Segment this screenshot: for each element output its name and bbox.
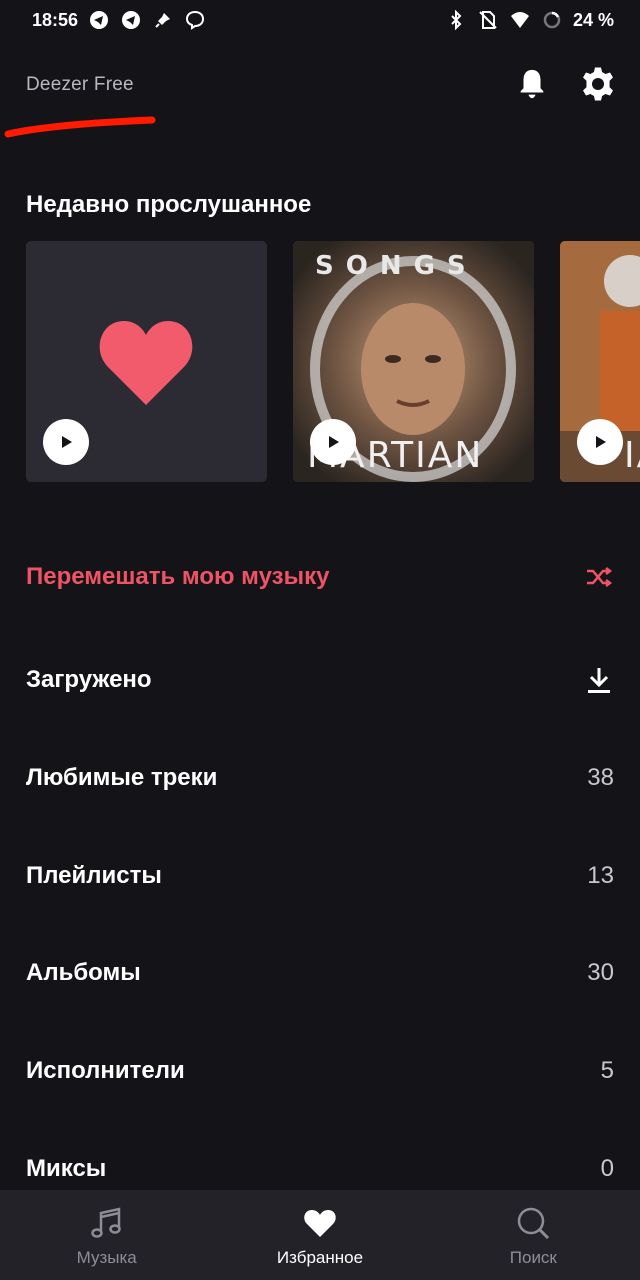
no-sim-icon — [477, 9, 499, 31]
favourite-tracks-label: Любимые треки — [26, 764, 218, 791]
albums-row[interactable]: Альбомы 30 — [26, 953, 614, 993]
nav-tab-favourites-label: Избранное — [276, 1248, 364, 1267]
play-button[interactable] — [577, 419, 623, 465]
heart-icon — [301, 1204, 339, 1242]
pin-icon — [152, 9, 174, 31]
music-note-icon — [88, 1204, 126, 1242]
recently-played-carousel[interactable]: SONGS MARTIAN IA — [26, 241, 640, 482]
poster-subtitle: IA — [624, 435, 640, 476]
status-time: 18:56 — [32, 9, 79, 30]
favourite-tracks-card[interactable] — [26, 241, 267, 482]
telegram-icon — [88, 9, 110, 31]
mixes-count: 0 — [600, 1155, 614, 1182]
nav-tab-music-label: Музыка — [76, 1248, 137, 1267]
app-title: Deezer Free — [26, 74, 134, 95]
shuffle-icon — [584, 562, 614, 592]
bluetooth-icon — [445, 9, 467, 31]
telegram-icon — [120, 9, 142, 31]
recently-played-title: Недавно прослушанное — [26, 191, 312, 218]
nav-tab-search[interactable]: Поиск — [427, 1190, 640, 1280]
bottom-navigation: Музыка Избранное Поиск — [0, 1190, 640, 1280]
play-icon — [62, 436, 72, 448]
play-icon — [329, 436, 339, 448]
playlists-label: Плейлисты — [26, 862, 162, 889]
mixes-row[interactable]: Миксы 0 — [26, 1149, 614, 1189]
battery-charging-icon — [541, 9, 563, 31]
gear-icon[interactable] — [578, 64, 618, 104]
bell-icon[interactable] — [512, 64, 552, 104]
album-card-martian[interactable]: SONGS MARTIAN — [293, 241, 534, 482]
wifi-icon — [509, 9, 531, 31]
artists-row[interactable]: Исполнители 5 — [26, 1051, 614, 1091]
play-button[interactable] — [43, 419, 89, 465]
nav-tab-favourites[interactable]: Избранное — [213, 1190, 426, 1280]
nav-tab-music[interactable]: Музыка — [0, 1190, 213, 1280]
downloaded-label: Загружено — [26, 666, 152, 693]
shuffle-my-music-row[interactable]: Перемешать мою музыку — [26, 557, 614, 597]
favourite-tracks-count: 38 — [587, 764, 614, 791]
favourite-tracks-row[interactable]: Любимые треки 38 — [26, 758, 614, 798]
artists-label: Исполнители — [26, 1057, 185, 1084]
playlists-row[interactable]: Плейлисты 13 — [26, 856, 614, 896]
play-button[interactable] — [310, 419, 356, 465]
albums-count: 30 — [587, 959, 614, 986]
downloaded-row[interactable]: Загружено — [26, 660, 614, 700]
poster-title: SONGS — [315, 251, 478, 281]
album-card-martian-2[interactable]: IA — [560, 241, 640, 482]
status-bar: 18:56 24 % — [0, 0, 640, 40]
download-icon — [584, 665, 614, 695]
playlists-count: 13 — [587, 862, 614, 889]
mixes-label: Миксы — [26, 1155, 107, 1182]
albums-label: Альбомы — [26, 959, 141, 986]
nav-tab-search-label: Поиск — [509, 1248, 557, 1267]
viber-icon — [184, 9, 206, 31]
deezer-favourites-screen: 18:56 24 % Deezer Free Недавно прослушан… — [0, 0, 640, 1280]
search-icon — [514, 1204, 552, 1242]
play-icon — [596, 436, 606, 448]
battery-percent: 24 % — [572, 9, 614, 30]
artists-count: 5 — [600, 1057, 614, 1084]
red-underline-mark — [4, 116, 156, 138]
shuffle-my-music-label: Перемешать мою музыку — [26, 563, 330, 590]
